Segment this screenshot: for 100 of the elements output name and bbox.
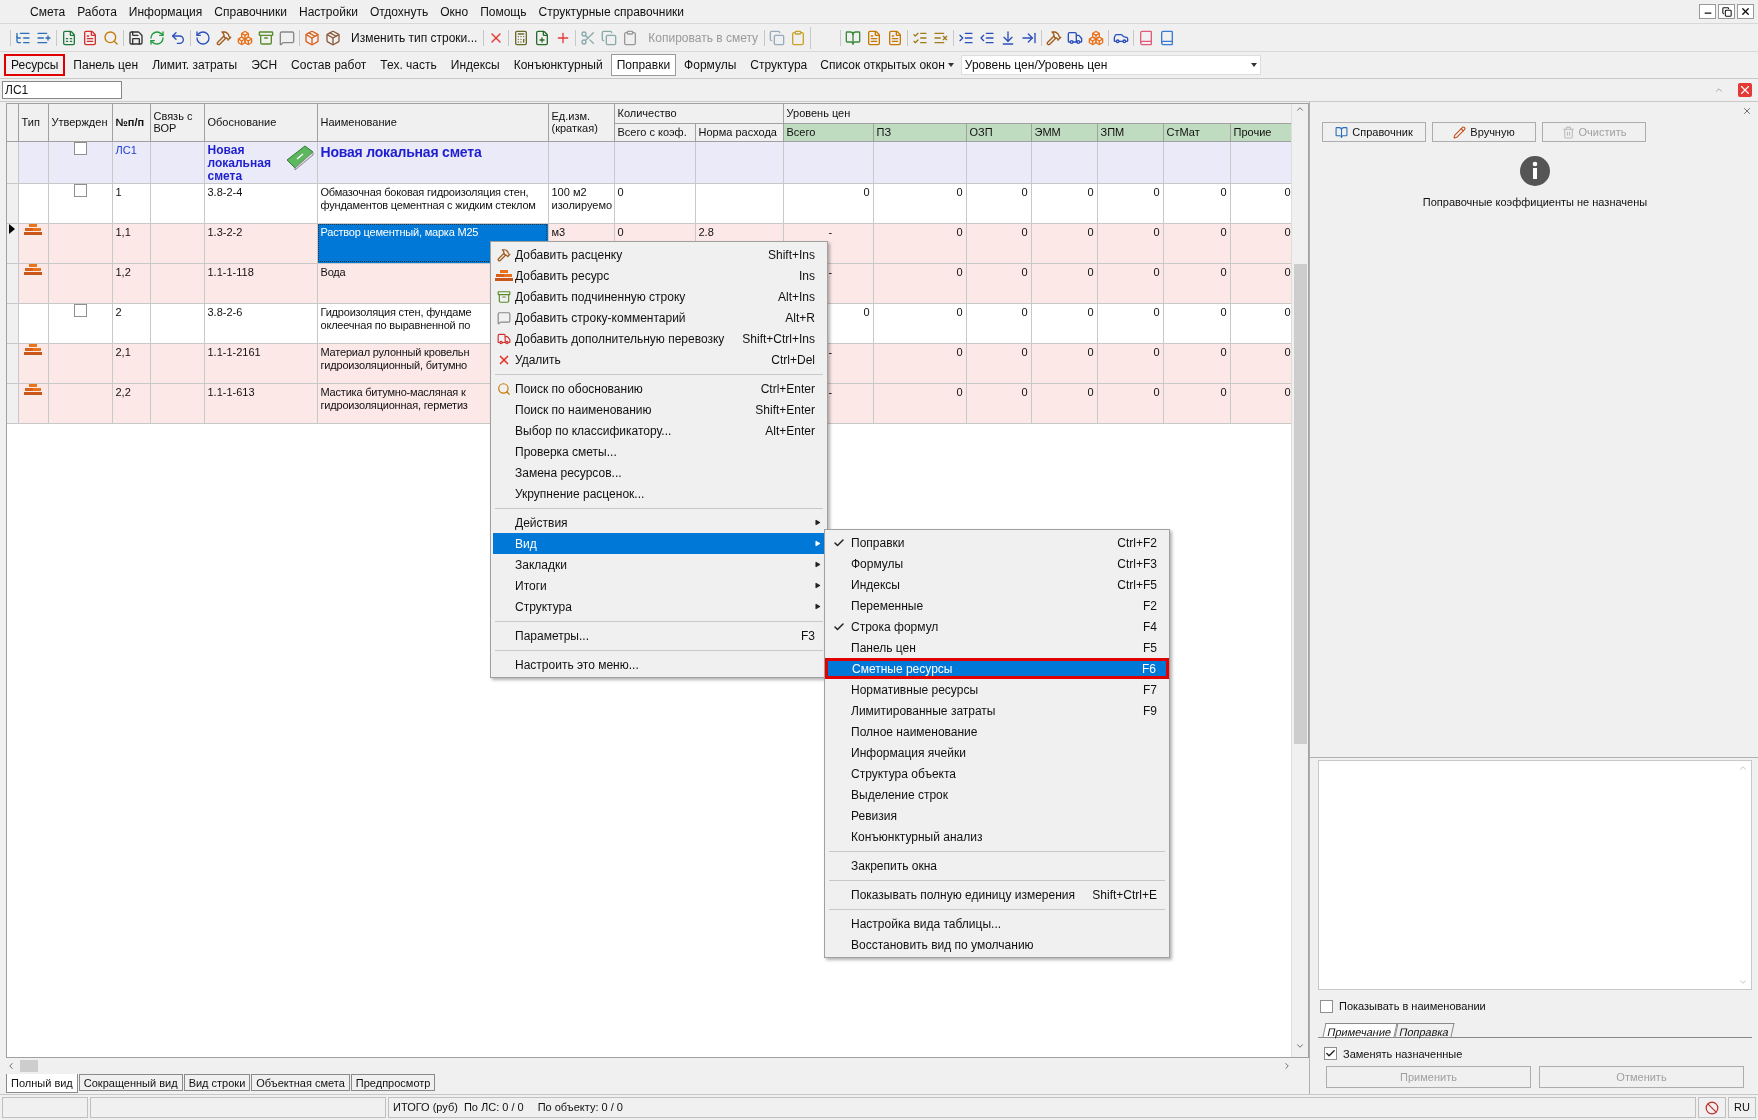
undo-icon[interactable] (170, 29, 186, 46)
column-header[interactable]: Связь с ВОР (150, 110, 204, 135)
panel-tab[interactable]: Состав работ (285, 54, 373, 76)
spreadsheet-icon[interactable] (61, 29, 77, 46)
menu-item[interactable]: Итоги (493, 575, 825, 596)
panel-tab[interactable]: ЭСН (245, 54, 284, 76)
menu-item[interactable]: Настройки (299, 2, 358, 21)
file-add-icon[interactable] (534, 29, 551, 46)
scroll-up-icon[interactable] (1295, 104, 1305, 114)
pencil-icon[interactable] (1453, 125, 1467, 139)
change-row-type-button[interactable]: Изменить тип строки... (345, 26, 484, 49)
panel-tab[interactable]: Тех. часть (374, 54, 443, 76)
scroll-right-icon[interactable] (1282, 1061, 1292, 1071)
menu-item[interactable]: Добавить расценку Shift+Ins (493, 244, 825, 265)
view-tab[interactable]: Полный вид (6, 1074, 78, 1093)
menu-item[interactable]: Переменные F2 (827, 595, 1167, 616)
menu-item[interactable]: Выделение строк (827, 784, 1167, 805)
column-header[interactable]: Утвержден (48, 116, 112, 129)
copy-icon[interactable] (601, 29, 618, 46)
panel-tab[interactable]: Конъюнктурный (507, 54, 609, 76)
column-header[interactable]: СтМат (1163, 123, 1230, 141)
column-header[interactable]: Всего (783, 123, 873, 141)
panel-tab[interactable]: Поправка (1394, 1022, 1455, 1037)
view-tab[interactable]: Предпросмотр (350, 1074, 436, 1091)
menu-item[interactable]: Структура (493, 596, 825, 617)
column-header[interactable]: ОЗП (966, 123, 1031, 141)
column-header[interactable]: ЭММ (1031, 123, 1097, 141)
menu-item[interactable]: Помощь (480, 2, 527, 21)
menu-item[interactable]: Лимитированные затраты F9 (827, 700, 1167, 721)
truck-icon[interactable] (1067, 29, 1084, 46)
menu-item[interactable]: Панель цен F5 (827, 637, 1167, 658)
menu-item[interactable]: Строка формул F4 (827, 616, 1167, 637)
copy-icon[interactable] (769, 29, 786, 46)
menu-item[interactable]: Вид (493, 533, 825, 554)
menu-item[interactable]: Работа (77, 2, 117, 21)
menu-item[interactable]: Добавить подчиненную строку Alt+Ins (493, 286, 825, 307)
menu-item[interactable]: Отдохнуть (369, 2, 429, 21)
column-header[interactable]: Обоснование (204, 116, 317, 129)
boxes-icon[interactable] (237, 29, 253, 46)
view-tab[interactable]: Объектная смета (251, 1074, 350, 1091)
cut-icon[interactable] (580, 29, 597, 46)
menu-item[interactable]: Индексы Ctrl+F5 (827, 574, 1167, 595)
panel-button[interactable]: Вручную (1432, 122, 1536, 142)
column-header[interactable]: Наименование (317, 116, 548, 129)
book-icon[interactable] (1159, 29, 1176, 46)
paste-icon[interactable] (790, 29, 807, 46)
menu-item[interactable]: Смета (30, 2, 66, 21)
search-icon[interactable] (103, 29, 119, 46)
menu-item[interactable]: Справочники (214, 2, 288, 21)
menu-item[interactable]: Действия (493, 512, 825, 533)
column-header[interactable]: Всего с коэф. (614, 123, 695, 141)
menu-item[interactable]: Добавить дополнительную перевозку Shift+Ctrl+Ins (493, 328, 825, 349)
menu-item[interactable]: Структурные справочники (538, 2, 685, 21)
scrollbar-thumb[interactable] (1293, 264, 1307, 744)
archive-icon[interactable] (258, 29, 274, 46)
scroll-down-icon[interactable] (1295, 1041, 1305, 1051)
panel-tab[interactable]: Панель цен (67, 54, 145, 76)
open-windows-dropdown[interactable]: Список открытых окон (815, 54, 959, 76)
scrollbar-thumb[interactable] (20, 1060, 38, 1072)
menu-item[interactable]: Настройка вида таблицы... (827, 913, 1167, 934)
menu-item[interactable]: Поиск по обоснованию Ctrl+Enter (493, 378, 825, 399)
document-icon[interactable] (866, 29, 883, 46)
panel-tab[interactable]: Ресурсы (4, 54, 66, 76)
menu-item[interactable]: Сметные ресурсы F6 (825, 658, 1169, 679)
menu-item[interactable]: Восстановить вид по умолчанию (827, 934, 1167, 955)
panel-button[interactable]: Справочник (1322, 122, 1426, 142)
column-header[interactable]: №п/п (112, 116, 150, 129)
column-header[interactable]: ЗПМ (1097, 123, 1163, 141)
column-header[interactable]: Ед.изм. (краткая) (548, 110, 614, 135)
paste-icon[interactable] (622, 29, 639, 46)
menu-item[interactable]: Закрепить окна (827, 855, 1167, 876)
hammer-icon[interactable] (1046, 29, 1063, 46)
panel-tab[interactable]: Поправки (610, 54, 677, 76)
panel-tab[interactable]: Лимит. затраты (146, 54, 244, 76)
package-icon[interactable] (325, 29, 341, 46)
comment-icon[interactable] (279, 29, 295, 46)
view-tab[interactable]: Сокращенный вид (78, 1074, 183, 1091)
rotate-icon[interactable] (195, 29, 211, 46)
column-header[interactable]: Норма расхода (695, 123, 783, 141)
menu-item[interactable]: Укрупнение расценок... (493, 483, 825, 504)
menu-item[interactable]: Полное наименование (827, 721, 1167, 742)
column-header[interactable]: Прочие (1230, 123, 1292, 141)
menu-item[interactable]: Информация (128, 2, 203, 21)
panel-tab[interactable]: Структура (744, 54, 814, 76)
menu-item[interactable]: Добавить строку-комментарий Alt+R (493, 307, 825, 328)
minimize-button[interactable] (1699, 4, 1716, 19)
menu-item[interactable]: Параметры... F3 (493, 625, 825, 646)
checkbox[interactable] (1320, 999, 1333, 1013)
scroll-left-icon[interactable] (6, 1061, 16, 1071)
view-tab[interactable]: Вид строки (183, 1074, 251, 1091)
panel-tab[interactable]: Формулы (678, 54, 743, 76)
document-icon[interactable] (82, 29, 98, 46)
menu-item[interactable]: Показывать полную единицу измерения Shift+Ctrl+E (827, 884, 1167, 905)
menu-item[interactable]: Проверка сметы... (493, 441, 825, 462)
menu-item[interactable]: Добавить ресурс Ins (493, 265, 825, 286)
document-icon[interactable] (887, 29, 904, 46)
refresh-icon[interactable] (149, 29, 165, 46)
menu-item[interactable]: Конъюнктурный анализ (827, 826, 1167, 847)
menu-item[interactable]: Настроить это меню... (493, 654, 825, 675)
menu-item[interactable]: Поправки Ctrl+F2 (827, 532, 1167, 553)
